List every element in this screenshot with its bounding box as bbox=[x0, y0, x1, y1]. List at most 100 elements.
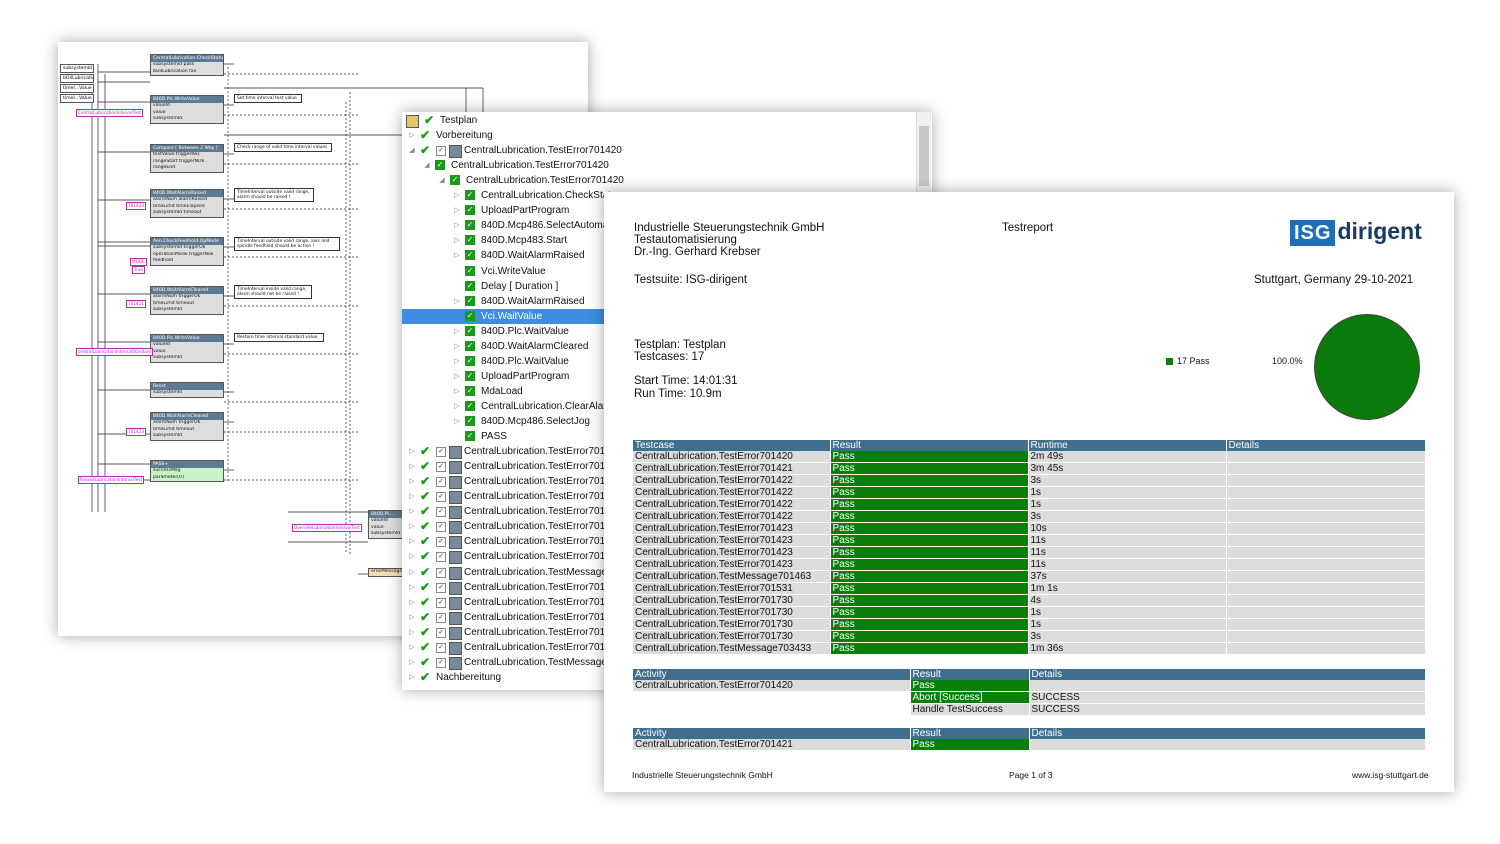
diagram-node[interactable]: Compare [ Between 2 Way ] testValue trigg… bbox=[150, 144, 224, 173]
expand-arrow-icon[interactable]: ▷ bbox=[408, 625, 416, 640]
table-header-cell[interactable]: Activity bbox=[633, 728, 911, 739]
checked-box-icon[interactable]: ✓ bbox=[465, 310, 475, 321]
expand-arrow-icon[interactable]: ▷ bbox=[453, 294, 461, 309]
row-checkbox[interactable]: ✓ bbox=[436, 567, 446, 578]
table-header-cell[interactable]: Result bbox=[910, 728, 1030, 739]
diagram-node[interactable]: CentralLubrication.CheckStatus subsystemI… bbox=[150, 54, 224, 77]
expand-arrow-icon[interactable]: ▷ bbox=[453, 203, 461, 218]
tree-row[interactable]: ◢ ✓ CentralLubrication.TestError701420 bbox=[402, 173, 902, 188]
tree-scrollbar-thumb[interactable] bbox=[919, 126, 929, 186]
checked-box-icon[interactable]: ✓ bbox=[465, 431, 475, 442]
row-checkbox[interactable]: ✓ bbox=[436, 507, 446, 518]
tree-row[interactable]: ◢ ✔ ✓ CentralLubrication.TestError701420 bbox=[402, 143, 902, 159]
expand-arrow-icon[interactable]: ▷ bbox=[453, 218, 461, 233]
expand-arrow-icon[interactable]: ▷ bbox=[408, 474, 416, 489]
expand-arrow-icon[interactable]: ▷ bbox=[453, 384, 461, 399]
table-row[interactable]: CentralLubrication.TestError701421 Pass bbox=[633, 739, 1426, 751]
diagram-constant[interactable]: True bbox=[132, 266, 145, 274]
diagram-variable[interactable]: bOilLubrication bbox=[60, 74, 94, 83]
expand-arrow-icon[interactable]: ▷ bbox=[408, 595, 416, 610]
checked-box-icon[interactable]: ✓ bbox=[465, 400, 475, 411]
row-checkbox[interactable]: ✓ bbox=[436, 522, 446, 533]
row-checkbox[interactable]: ✓ bbox=[436, 657, 446, 668]
table-row[interactable]: CentralLubrication.TestError701730 Pass 3s bbox=[633, 630, 1426, 643]
expand-arrow-icon[interactable]: ▷ bbox=[453, 248, 461, 263]
table-row[interactable]: CentralLubrication.TestError701422 Pass 1s bbox=[633, 486, 1426, 499]
diagram-constant[interactable]: CentralLubricationIntervalTest bbox=[76, 109, 143, 117]
expand-arrow-icon[interactable]: ▷ bbox=[408, 580, 416, 595]
diagram-constant[interactable]: PassedLubricationIntervalTest bbox=[78, 476, 145, 484]
row-checkbox[interactable]: ✓ bbox=[436, 447, 446, 458]
expand-arrow-icon[interactable]: ▷ bbox=[453, 188, 461, 203]
checked-box-icon[interactable]: ✓ bbox=[465, 265, 475, 276]
table-row[interactable]: CentralLubrication.TestMessage701463 Pass… bbox=[633, 570, 1426, 583]
diagram-node[interactable]: 840D.WaitAlarmCleared alarmNum triggerOk t… bbox=[150, 412, 224, 441]
error-node[interactable]: errorMessage bbox=[368, 568, 406, 577]
expand-arrow-icon[interactable]: ▷ bbox=[408, 549, 416, 564]
table-row[interactable]: CentralLubrication.TestError701730 Pass 1s bbox=[633, 606, 1426, 619]
table-row[interactable]: CentralLubrication.TestError701730 Pass 1s bbox=[633, 618, 1426, 631]
table-row[interactable]: CentralLubrication.TestError701422 Pass 1s bbox=[633, 498, 1426, 511]
diagram-node[interactable]: PASS+ successMsg parameter[0] bbox=[150, 460, 224, 483]
table-row[interactable]: Abort [Success] SUCCESS bbox=[633, 691, 1426, 704]
checked-box-icon[interactable]: ✓ bbox=[465, 190, 475, 201]
row-checkbox[interactable]: ✓ bbox=[436, 146, 446, 157]
checked-box-icon[interactable]: ✓ bbox=[465, 416, 475, 426]
diagram-node[interactable]: 840D.Plc.WriteValue valueId value subsystem… bbox=[150, 95, 224, 124]
table-row[interactable]: CentralLubrication.TestError701420 Pass bbox=[633, 680, 1426, 692]
expand-arrow-icon[interactable]: ▷ bbox=[408, 565, 416, 580]
expand-arrow-icon[interactable]: ▷ bbox=[408, 504, 416, 519]
diagram-constant[interactable]: 701420 bbox=[126, 202, 146, 210]
table-row[interactable]: CentralLubrication.TestError701423 Pass 11… bbox=[633, 534, 1426, 547]
row-checkbox[interactable]: ✓ bbox=[436, 492, 446, 503]
table-header-cell[interactable]: Details bbox=[1226, 440, 1426, 451]
expand-arrow-icon[interactable]: ▷ bbox=[408, 459, 416, 474]
row-checkbox[interactable]: ✓ bbox=[436, 642, 446, 653]
table-header-cell[interactable]: Runtime bbox=[1028, 440, 1227, 451]
diagram-node[interactable]: 840D.WaitAlarmRaised alarmNum alarmRaised… bbox=[150, 189, 224, 218]
expand-arrow-icon[interactable]: ▷ bbox=[408, 670, 416, 685]
table-row[interactable]: CentralLubrication.TestError701422 Pass 3s bbox=[633, 474, 1426, 487]
table-row[interactable]: CentralLubrication.TestError701423 Pass 11… bbox=[633, 558, 1426, 571]
diagram-constant[interactable]: MODE bbox=[130, 258, 147, 266]
checked-box-icon[interactable]: ✓ bbox=[465, 220, 475, 231]
row-checkbox[interactable]: ✓ bbox=[436, 537, 446, 548]
expand-arrow-icon[interactable]: ▷ bbox=[453, 369, 461, 384]
expand-arrow-icon[interactable]: ▷ bbox=[453, 233, 461, 248]
expand-arrow-icon[interactable]: ▷ bbox=[408, 128, 416, 143]
checked-box-icon[interactable]: ✓ bbox=[465, 340, 475, 351]
diagram-node[interactable]: 840D.WaitAlarmCleared alarmNum triggerOk t… bbox=[150, 286, 224, 315]
table-row[interactable]: CentralLubrication.TestError701531 Pass 1m… bbox=[633, 582, 1426, 595]
table-row[interactable]: CentralLubrication.TestError701423 Pass 10… bbox=[633, 522, 1426, 535]
checked-box-icon[interactable]: ✓ bbox=[450, 175, 460, 186]
row-checkbox[interactable]: ✓ bbox=[436, 582, 446, 593]
checked-box-icon[interactable]: ✓ bbox=[465, 280, 475, 291]
collapse-arrow-icon[interactable]: ◢ bbox=[408, 143, 416, 158]
table-row[interactable]: CentralLubrication.TestMessage703433 Pass… bbox=[633, 642, 1426, 655]
row-checkbox[interactable]: ✓ bbox=[436, 612, 446, 623]
diagram-variable[interactable]: timeI...Value bbox=[60, 84, 94, 93]
checked-box-icon[interactable]: ✓ bbox=[465, 385, 475, 396]
row-checkbox[interactable]: ✓ bbox=[436, 597, 446, 608]
diagram-variable[interactable]: timeI...Value bbox=[60, 94, 94, 103]
expand-arrow-icon[interactable]: ▷ bbox=[453, 339, 461, 354]
diagram-constant[interactable]: centralLubricationIntervalStandard bbox=[76, 348, 154, 356]
table-row[interactable]: CentralLubrication.TestError701421 Pass 3m… bbox=[633, 462, 1426, 475]
diagram-variable[interactable]: subsystemId bbox=[60, 64, 94, 73]
row-checkbox[interactable]: ✓ bbox=[436, 627, 446, 638]
checked-box-icon[interactable]: ✓ bbox=[465, 205, 475, 216]
table-header-cell[interactable]: Result bbox=[830, 440, 1029, 451]
expand-arrow-icon[interactable]: ▷ bbox=[408, 534, 416, 549]
tree-row[interactable]: ✔ Testplan bbox=[402, 113, 902, 128]
row-checkbox[interactable]: ✓ bbox=[436, 477, 446, 488]
expand-arrow-icon[interactable]: ▷ bbox=[453, 354, 461, 369]
table-header-cell[interactable]: Result bbox=[910, 669, 1030, 680]
expand-arrow-icon[interactable]: ▷ bbox=[408, 655, 416, 670]
table-row[interactable]: CentralLubrication.TestError701730 Pass 4s bbox=[633, 594, 1426, 607]
checked-box-icon[interactable]: ✓ bbox=[435, 160, 445, 171]
table-header-cell[interactable]: Details bbox=[1029, 669, 1426, 680]
checked-box-icon[interactable]: ✓ bbox=[465, 325, 475, 336]
table-row[interactable]: CentralLubrication.TestError701423 Pass 11… bbox=[633, 546, 1426, 559]
expand-arrow-icon[interactable]: ▷ bbox=[408, 640, 416, 655]
collapse-arrow-icon[interactable]: ◢ bbox=[438, 173, 446, 188]
